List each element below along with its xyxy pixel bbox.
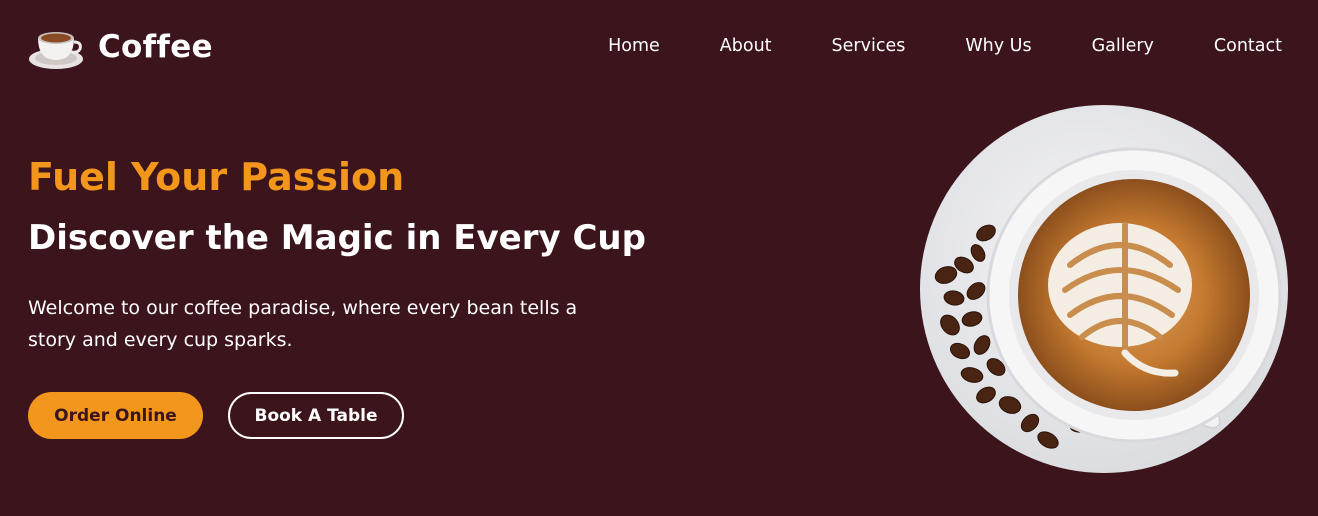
hero-eyebrow: Fuel Your Passion: [28, 155, 405, 199]
nav-about[interactable]: About: [720, 34, 772, 58]
hero-buttons: Order Online Book A Table: [28, 392, 404, 439]
nav-services[interactable]: Services: [832, 34, 906, 58]
hero-section: Fuel Your Passion Discover the Magic in …: [28, 150, 648, 356]
book-a-table-button[interactable]: Book A Table: [228, 392, 404, 439]
main-nav: Home About Services Why Us Gallery Conta…: [608, 34, 1282, 58]
coffee-hero-image: [920, 105, 1288, 473]
site-header: Coffee Home About Services Why Us Galler…: [0, 0, 1318, 94]
brand-name: Coffee: [98, 29, 213, 65]
nav-why-us[interactable]: Why Us: [965, 34, 1031, 58]
hero-description: Welcome to our coffee paradise, where ev…: [28, 297, 578, 351]
nav-gallery[interactable]: Gallery: [1092, 34, 1154, 58]
hero-headline: Discover the Magic in Every Cup: [28, 218, 646, 258]
nav-home[interactable]: Home: [608, 34, 660, 58]
coffee-cup-icon: [29, 32, 83, 69]
nav-contact[interactable]: Contact: [1214, 34, 1282, 58]
order-online-button[interactable]: Order Online: [28, 392, 203, 439]
logo-link[interactable]: Coffee: [28, 22, 213, 72]
